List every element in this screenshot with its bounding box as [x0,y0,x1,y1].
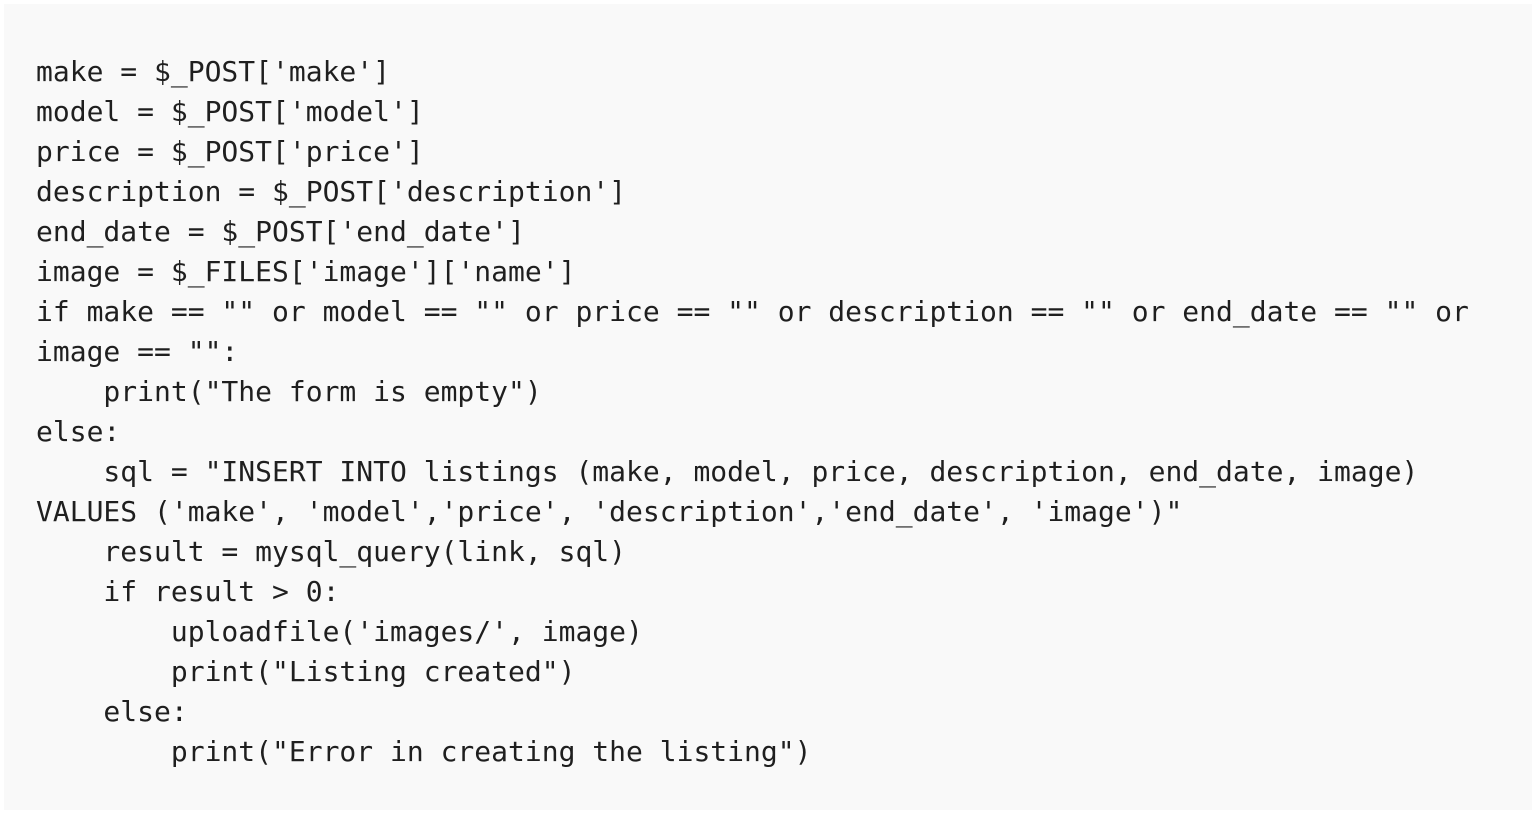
code-line: description = $_POST['description'] [36,175,627,208]
code-line: print("Error in creating the listing") [36,735,812,768]
code-line: VALUES ('make', 'model','price', 'descri… [36,495,1183,528]
code-line: print("Listing created") [36,655,576,688]
code-lines: make = $_POST['make'] model = $_POST['mo… [36,52,1469,772]
code-line: sql = "INSERT INTO listings (make, model… [36,455,1419,488]
code-line: uploadfile('images/', image) [36,615,643,648]
code-line: if make == "" or model == "" or price ==… [36,295,1469,328]
code-line: print("The form is empty") [36,375,542,408]
code-line: image = $_FILES['image']['name'] [36,255,576,288]
code-line: result = mysql_query(link, sql) [36,535,627,568]
code-line: make = $_POST['make'] [36,55,391,88]
code-line: end_date = $_POST['end_date'] [36,215,525,248]
code-line: image == "": [36,335,239,368]
code-line: price = $_POST['price'] [36,135,424,168]
code-line: else: [36,695,188,728]
code-line: else: [36,415,121,448]
code-block: make = $_POST['make'] model = $_POST['mo… [4,4,1532,810]
code-line: if result > 0: [36,575,340,608]
code-line: model = $_POST['model'] [36,95,424,128]
